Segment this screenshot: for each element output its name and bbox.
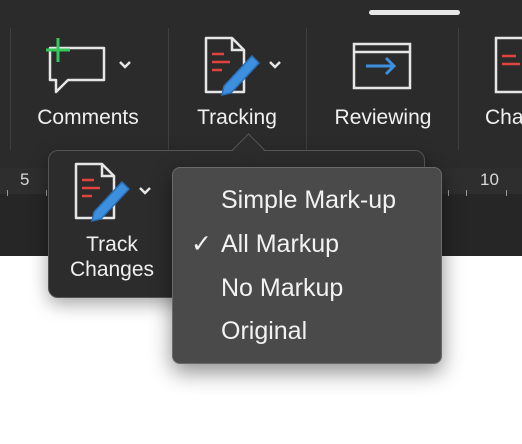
group-separator [458, 28, 459, 150]
menu-item-simple-markup[interactable]: Simple Mark-up [173, 180, 441, 220]
new-comment-icon [46, 38, 106, 94]
changes-icon [494, 36, 522, 94]
menu-item-all-markup[interactable]: ✓ All Markup [173, 224, 441, 264]
markup-dropdown-menu: Simple Mark-up ✓ All Markup No Markup Or… [172, 167, 442, 364]
ruler-number: 5 [20, 170, 30, 189]
ruler-tick [46, 190, 47, 196]
menu-item-label: No Markup [221, 274, 344, 302]
ruler-tick [448, 190, 449, 196]
reviewing-label: Reviewing [334, 106, 432, 129]
group-separator [168, 28, 169, 150]
ruler-tick [466, 190, 467, 196]
reviewing-button[interactable]: Reviewing [326, 32, 440, 142]
track-changes-label-line1: Track [86, 233, 138, 256]
chevron-down-icon[interactable] [138, 186, 152, 196]
active-tab-indicator [369, 10, 460, 15]
ribbon: Comments Tracking Reviewing Cha [0, 0, 522, 168]
track-changes-label: Track Changes [56, 232, 168, 282]
changes-label: Cha [485, 106, 522, 129]
menu-item-original[interactable]: Original [173, 311, 441, 351]
group-separator [10, 28, 11, 150]
comments-label: Comments [37, 106, 139, 129]
tracking-button[interactable]: Tracking [182, 32, 292, 142]
ruler-number: 10 [480, 170, 499, 189]
menu-item-label: Original [221, 317, 308, 345]
reviewing-pane-icon [352, 42, 412, 90]
changes-button[interactable]: Cha [480, 32, 522, 142]
ruler-tick [506, 190, 507, 196]
track-changes-button[interactable]: Track Changes [56, 160, 168, 286]
track-changes-icon [204, 36, 261, 96]
menu-item-label: All Markup [221, 230, 340, 258]
menu-item-no-markup[interactable]: No Markup [173, 268, 441, 308]
comments-button[interactable]: Comments [22, 32, 154, 142]
chevron-down-icon[interactable] [268, 60, 282, 70]
track-changes-icon [74, 162, 131, 222]
checkmark-icon: ✓ [191, 230, 212, 258]
track-changes-label-line2: Changes [69, 258, 155, 281]
ruler-tick [7, 190, 8, 196]
menu-item-label: Simple Mark-up [221, 186, 397, 214]
chevron-down-icon[interactable] [118, 60, 132, 70]
group-separator [306, 28, 307, 150]
tracking-label: Tracking [197, 106, 277, 129]
